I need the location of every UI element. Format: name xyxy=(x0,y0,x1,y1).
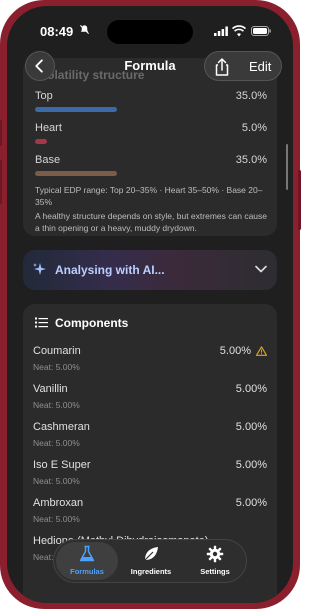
screen: 08:49 Top 35.0% Heart 5.0% Base 35.0% Ty… xyxy=(7,6,293,603)
edit-button[interactable]: Edit xyxy=(249,59,271,74)
components-title: Components xyxy=(55,316,129,330)
share-icon[interactable] xyxy=(209,54,235,80)
component-neat: Neat: 5.00% xyxy=(33,438,80,448)
range-note: Typical EDP range: Top 20–35% · Heart 35… xyxy=(35,185,263,207)
tab-label: Ingredients xyxy=(130,567,172,576)
component-percent: 5.00% xyxy=(235,421,267,433)
component-percent: 5.00% xyxy=(219,345,251,357)
chevron-down-icon[interactable] xyxy=(255,265,267,273)
volatility-value-base: 35.0% xyxy=(235,154,267,166)
volatility-bar-base xyxy=(35,171,117,176)
status-time: 08:49 xyxy=(40,24,74,39)
tab-bar: Formulas Ingredients Settings xyxy=(53,539,247,583)
phone-frame: 08:49 Top 35.0% Heart 5.0% Base 35.0% Ty… xyxy=(0,0,301,609)
component-neat: Neat: 5.00% xyxy=(33,476,80,486)
signal-icon xyxy=(214,26,228,36)
volatility-label-top: Top xyxy=(35,90,53,102)
component-row-coumarin[interactable]: Coumarin Neat: 5.00% 5.00% xyxy=(23,345,277,383)
side-button xyxy=(0,120,2,146)
gear-icon xyxy=(206,545,224,563)
tab-label: Settings xyxy=(200,567,230,576)
ai-analysis-label: Analysing with AI... xyxy=(55,263,165,277)
ai-analysis-card[interactable]: Analysing with AI... xyxy=(23,250,277,290)
component-row-iso-e-super[interactable]: Iso E Super Neat: 5.00% 5.00% xyxy=(23,459,277,497)
tab-ingredients[interactable]: Ingredients xyxy=(120,540,182,582)
component-row-ambroxan[interactable]: Ambroxan Neat: 5.00% 5.00% xyxy=(23,497,277,535)
volatility-value-top: 35.0% xyxy=(235,90,267,102)
component-name: Iso E Super xyxy=(33,459,91,471)
component-percent: 5.00% xyxy=(235,497,267,509)
tab-formulas[interactable]: Formulas xyxy=(56,540,118,582)
scroll-indicator[interactable] xyxy=(286,144,288,190)
component-neat: Neat: 5.00% xyxy=(33,362,80,372)
tab-settings[interactable]: Settings xyxy=(184,540,246,582)
component-name: Coumarin xyxy=(33,345,81,357)
list-icon xyxy=(35,317,48,328)
volatility-bar-heart xyxy=(35,139,47,144)
component-name: Vanillin xyxy=(33,383,68,395)
leaf-icon xyxy=(144,547,158,561)
warning-icon xyxy=(256,346,267,356)
component-name: Ambroxan xyxy=(33,497,84,509)
component-name: Cashmeran xyxy=(33,421,90,433)
component-neat: Neat: 5.00% xyxy=(33,400,80,410)
side-button xyxy=(0,160,2,204)
volatility-value-heart: 5.0% xyxy=(241,122,267,134)
bell-muted-icon xyxy=(79,24,90,35)
volatility-bar-top xyxy=(35,107,117,112)
dynamic-island xyxy=(107,20,193,44)
flask-icon xyxy=(79,545,95,562)
wifi-icon xyxy=(232,25,246,37)
sparkle-icon xyxy=(33,263,46,275)
component-percent: 5.00% xyxy=(235,383,267,395)
component-row-vanillin[interactable]: Vanillin Neat: 5.00% 5.00% xyxy=(23,383,277,421)
component-neat: Neat: 5.00% xyxy=(33,514,80,524)
actions-pill: Edit xyxy=(204,51,282,81)
battery-icon xyxy=(251,26,271,36)
status-bar: 08:49 xyxy=(7,6,293,46)
volatility-label-heart: Heart xyxy=(35,122,62,134)
advice-note: A healthy structure depends on style, bu… xyxy=(35,211,267,233)
tab-label: Formulas xyxy=(70,567,104,576)
volatility-label-base: Base xyxy=(35,154,61,166)
component-row-cashmeran[interactable]: Cashmeran Neat: 5.00% 5.00% xyxy=(23,421,277,459)
side-button xyxy=(298,170,301,230)
component-percent: 5.00% xyxy=(235,459,267,471)
navigation-bar: Formula Edit xyxy=(7,46,293,90)
